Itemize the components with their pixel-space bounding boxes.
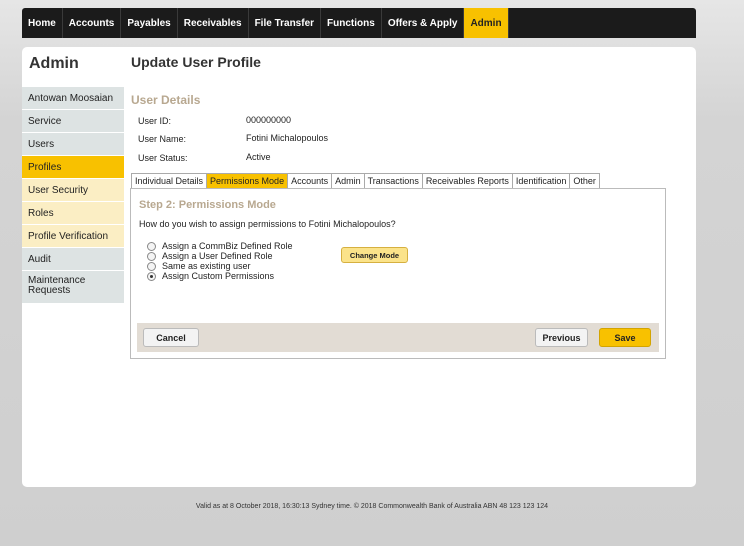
page-title: Update User Profile [131, 54, 261, 70]
sidebar-item-maintenance-requests[interactable]: Maintenance Requests [22, 271, 124, 304]
option-user-defined-role[interactable]: Assign a User Defined Role [147, 251, 273, 261]
radio-button[interactable] [147, 251, 156, 261]
tab-bar: Individual Details Permissions Mode Acco… [131, 173, 600, 189]
nav-functions[interactable]: Functions [321, 8, 382, 38]
tab-identification[interactable]: Identification [511, 173, 571, 189]
top-navigation: Home Accounts Payables Receivables File … [22, 8, 696, 38]
radio-button[interactable] [147, 241, 156, 251]
nav-receivables[interactable]: Receivables [178, 8, 249, 38]
sidebar: Antowan Moosaian Service Users Profiles … [22, 87, 124, 304]
tab-admin[interactable]: Admin [331, 173, 365, 189]
sidebar-item-user-security[interactable]: User Security [22, 179, 124, 202]
sidebar-item-profile-verification[interactable]: Profile Verification [22, 225, 124, 248]
sidebar-item-user[interactable]: Antowan Moosaian [22, 87, 124, 110]
tab-transactions[interactable]: Transactions [363, 173, 423, 189]
radio-button[interactable] [147, 261, 156, 271]
tab-other[interactable]: Other [569, 173, 600, 189]
user-id-label: User ID: [138, 116, 172, 126]
section-title: User Details [131, 93, 201, 107]
nav-payables[interactable]: Payables [121, 8, 178, 38]
sidebar-item-users[interactable]: Users [22, 133, 124, 156]
button-bar: Cancel Previous Save [137, 323, 659, 352]
sidebar-item-profiles[interactable]: Profiles [22, 156, 124, 179]
nav-offers-apply[interactable]: Offers & Apply [382, 8, 465, 38]
radio-button-selected[interactable] [147, 271, 156, 281]
save-button[interactable]: Save [599, 328, 651, 347]
tab-receivables-reports[interactable]: Receivables Reports [421, 173, 513, 189]
nav-accounts[interactable]: Accounts [63, 8, 122, 38]
footer-text: Valid as at 8 October 2018, 16:30:13 Syd… [195, 503, 549, 510]
option-label: Assign a User Defined Role [162, 251, 273, 261]
user-name-value: Fotini Michalopoulos [246, 133, 329, 143]
main-panel: Admin Antowan Moosaian Service Users Pro… [22, 47, 696, 487]
nav-admin[interactable]: Admin [464, 8, 509, 38]
option-label: Same as existing user [162, 261, 251, 271]
user-status-value: Active [246, 152, 271, 162]
sidebar-title: Admin [29, 55, 79, 72]
nav-home[interactable]: Home [22, 8, 63, 38]
option-custom-permissions[interactable]: Assign Custom Permissions [147, 271, 274, 281]
option-label: Assign a CommBiz Defined Role [162, 241, 293, 251]
user-id-value: 000000000 [246, 115, 292, 125]
sidebar-item-roles[interactable]: Roles [22, 202, 124, 225]
option-label: Assign Custom Permissions [162, 271, 275, 281]
user-status-label: User Status: [138, 153, 188, 163]
previous-button[interactable]: Previous [535, 328, 588, 347]
user-name-label: User Name: [138, 134, 187, 144]
option-same-as-existing[interactable]: Same as existing user [147, 261, 251, 271]
cancel-button[interactable]: Cancel [143, 328, 199, 347]
tab-individual-details[interactable]: Individual Details [131, 173, 208, 189]
sidebar-item-service[interactable]: Service [22, 110, 124, 133]
permissions-panel: Step 2: Permissions Mode How do you wish… [130, 188, 666, 359]
tab-permissions-mode[interactable]: Permissions Mode [206, 173, 289, 189]
option-commbiz-role[interactable]: Assign a CommBiz Defined Role [147, 241, 293, 251]
step-title: Step 2: Permissions Mode [139, 199, 276, 211]
tab-accounts[interactable]: Accounts [287, 173, 333, 189]
nav-file-transfer[interactable]: File Transfer [249, 8, 322, 38]
change-mode-button[interactable]: Change Mode [341, 247, 408, 263]
question-text: How do you wish to assign permissions to… [139, 219, 396, 229]
sidebar-item-audit[interactable]: Audit [22, 248, 124, 271]
